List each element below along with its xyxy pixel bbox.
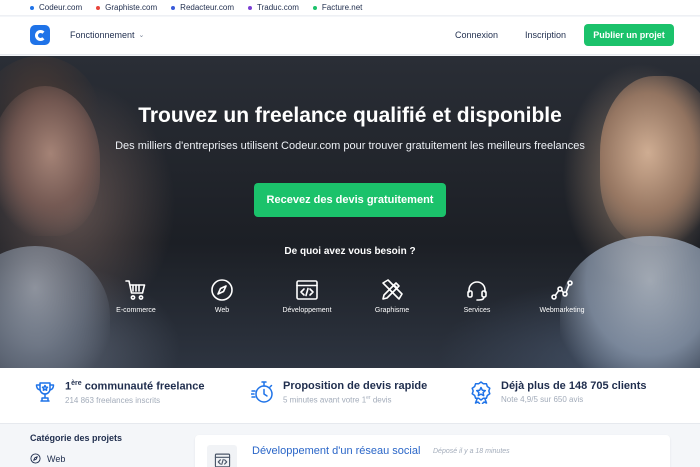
category-list: E-commerce Web Développement Graphisme S… [100, 278, 600, 318]
menu-label: Fonctionnement [70, 30, 135, 40]
main-header: Fonctionnement ⌄ Connexion Inscription P… [0, 17, 700, 55]
stat-quick-quote: Proposition de devis rapide 5 minutes av… [251, 380, 427, 405]
stat-community: 1ère communauté freelance 214 863 freela… [33, 380, 205, 405]
hero-title: Trouvez un freelance qualifié et disponi… [138, 104, 562, 127]
logo-c-icon [34, 29, 46, 41]
category-developpement[interactable]: Développement [271, 278, 343, 314]
category-web[interactable]: Web [186, 278, 258, 314]
network-link-facture[interactable]: Facture.net [312, 3, 362, 12]
hero-section: Trouvez un freelance qualifié et disponi… [0, 56, 700, 368]
project-icon [207, 445, 237, 467]
project-card[interactable]: Développement d'un réseau social Déposé … [195, 435, 670, 467]
badge-icon [471, 381, 491, 404]
fonctionnement-menu[interactable]: Fonctionnement ⌄ [70, 30, 144, 40]
signup-link[interactable]: Inscription [525, 30, 566, 40]
login-link[interactable]: Connexion [455, 30, 498, 40]
dot-icon [312, 5, 317, 10]
trophy-icon [35, 382, 55, 402]
chevron-down-icon: ⌄ [138, 32, 145, 39]
stat-clients: Déjà plus de 148 705 clients Note 4,9/5 … [469, 380, 647, 404]
stat-community-title: 1ère communauté freelance [65, 380, 205, 393]
network-link-graphiste[interactable]: Graphiste.com [96, 3, 157, 12]
headset-icon [467, 281, 487, 301]
get-quotes-button[interactable]: Recevez des devis gratuitement [254, 183, 446, 217]
category-webmarketing[interactable]: Webmarketing [526, 278, 598, 314]
hero-photo-man [600, 76, 700, 246]
project-posted-time: Déposé il y a 18 minutes [433, 448, 510, 455]
code-window-icon [296, 280, 318, 300]
network-bar: Codeur.com Graphiste.com Redacteur.com T… [0, 0, 700, 16]
stat-clients-title: Déjà plus de 148 705 clients [501, 380, 647, 392]
network-icon [551, 280, 573, 300]
sidebar-item-label: Web [47, 453, 66, 464]
dot-icon [30, 5, 34, 10]
hero-subtitle: Des milliers d'entreprises utilisent Cod… [115, 140, 585, 152]
publish-project-button[interactable]: Publier un projet [584, 24, 674, 46]
stat-community-sub: 214 863 freelances inscrits [65, 395, 161, 405]
dot-icon [171, 5, 176, 10]
network-link-codeur[interactable]: Codeur.com [30, 3, 82, 12]
pen-ruler-icon [382, 279, 403, 300]
category-services[interactable]: Services [441, 278, 513, 314]
stats-strip: 1ère communauté freelance 214 863 freela… [0, 368, 700, 424]
stopwatch-icon [251, 381, 273, 403]
hero-photo-woman-shirt [0, 246, 110, 368]
network-link-traduc[interactable]: Traduc.com [247, 3, 299, 12]
dot-icon [247, 5, 252, 10]
stat-quick-quote-title: Proposition de devis rapide [283, 380, 428, 392]
stat-clients-sub: Note 4,9/5 sur 650 avis [501, 395, 584, 404]
sidebar-title: Catégorie des projets [30, 433, 123, 443]
compass-icon [211, 279, 233, 301]
cart-icon [125, 280, 146, 300]
compass-icon [30, 453, 41, 464]
category-graphisme[interactable]: Graphisme [356, 278, 428, 314]
project-title-link[interactable]: Développement d'un réseau social [252, 445, 420, 457]
dot-icon [96, 5, 101, 10]
code-window-icon [214, 453, 230, 467]
needs-question: De quoi avez vous besoin ? [284, 246, 416, 257]
category-ecommerce[interactable]: E-commerce [100, 278, 172, 314]
codeur-logo[interactable] [30, 25, 50, 45]
sidebar-item-web[interactable]: Web [30, 453, 65, 464]
stat-quick-quote-sub: 5 minutes avant votre 1er devis [283, 395, 392, 405]
network-link-redacteur[interactable]: Redacteur.com [171, 3, 234, 12]
